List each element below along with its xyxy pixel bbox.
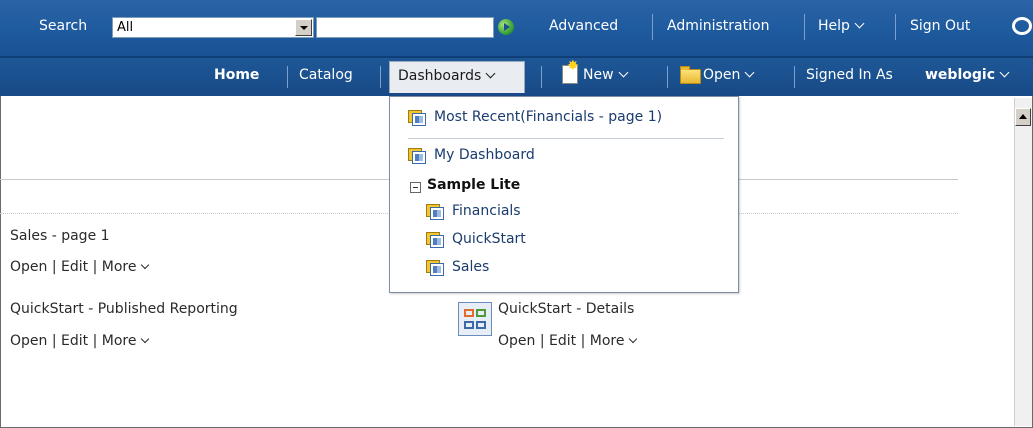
vertical-scrollbar[interactable]	[1014, 98, 1032, 426]
chevron-down-icon	[854, 18, 865, 29]
new-menu[interactable]: New	[583, 67, 628, 83]
dashboard-title[interactable]: QuickStart - Published Reporting	[10, 301, 238, 317]
chevron-down-icon[interactable]	[295, 19, 312, 36]
edit-link[interactable]: Edit	[549, 333, 576, 349]
open-menu[interactable]: Open	[703, 67, 755, 83]
sign-out-link[interactable]: Sign Out	[910, 18, 970, 34]
menu-item-my-dashboard[interactable]: My Dashboard	[408, 147, 535, 164]
chevron-down-icon	[999, 67, 1010, 78]
menu-item-label: Financials	[452, 203, 521, 219]
main-nav: Home Catalog Dashboards New Open Signed …	[0, 58, 1033, 96]
menu-item-sales[interactable]: Sales	[426, 259, 490, 276]
dashboards-menu-button[interactable]: Dashboards	[389, 61, 525, 93]
menu-group-sample-lite: Sample Lite	[427, 177, 521, 193]
new-label: New	[583, 67, 614, 83]
divider	[287, 66, 288, 88]
more-label: More	[101, 259, 137, 275]
username: weblogic	[925, 67, 995, 83]
open-link[interactable]: Open	[10, 259, 47, 275]
dashboard-folder-icon	[426, 260, 444, 276]
home-link[interactable]: Home	[214, 67, 259, 83]
more-link[interactable]: More	[101, 333, 149, 349]
chevron-down-icon	[140, 260, 149, 270]
search-input[interactable]	[316, 17, 494, 38]
divider	[380, 66, 381, 88]
dashboard-title[interactable]: QuickStart - Details	[498, 301, 634, 317]
open-link[interactable]: Open	[498, 333, 535, 349]
chevron-down-icon	[744, 67, 755, 78]
menu-item-label: My Dashboard	[434, 147, 535, 163]
menu-item-most-recent[interactable]: Most Recent(Financials - page 1)	[408, 109, 663, 126]
search-label: Search	[39, 18, 88, 34]
global-header: Search All Advanced Administration Help …	[0, 0, 1033, 58]
search-go-icon[interactable]	[498, 19, 514, 35]
help-menu[interactable]: Help	[818, 18, 865, 34]
dashboard-folder-icon	[426, 232, 444, 248]
open-link[interactable]: Open	[10, 333, 47, 349]
menu-item-financials[interactable]: Financials	[426, 203, 521, 220]
dashboard-folder-icon	[408, 148, 426, 164]
signed-in-as-label: Signed In As	[806, 67, 893, 83]
chevron-down-icon	[140, 334, 149, 344]
open-label: Open	[703, 67, 741, 83]
edit-link[interactable]: Edit	[61, 333, 88, 349]
menu-item-label: Sales	[452, 259, 490, 275]
more-label: More	[101, 333, 137, 349]
scroll-up-arrow-icon[interactable]	[1015, 108, 1031, 126]
dashboards-dropdown-menu: Most Recent(Financials - page 1) My Dash…	[389, 96, 739, 293]
dashboard-actions: Open | Edit | More	[10, 333, 149, 349]
catalog-link[interactable]: Catalog	[299, 67, 353, 83]
more-link[interactable]: More	[101, 259, 149, 275]
administration-link[interactable]: Administration	[667, 18, 769, 34]
collapse-icon[interactable]	[410, 182, 421, 193]
search-scope-value: All	[117, 20, 134, 35]
more-label: More	[589, 333, 625, 349]
advanced-link[interactable]: Advanced	[549, 18, 618, 34]
menu-item-label: Most Recent(Financials - page 1)	[434, 109, 663, 125]
search-scope-select[interactable]: All	[112, 17, 314, 38]
divider	[804, 14, 805, 40]
chevron-down-icon	[485, 68, 496, 79]
dashboard-icon[interactable]	[458, 302, 492, 336]
dashboard-actions: Open | Edit | More	[10, 259, 149, 275]
divider	[667, 66, 668, 88]
folder-open-icon	[680, 66, 701, 84]
chevron-down-icon	[618, 67, 628, 78]
menu-divider	[408, 138, 724, 139]
help-label: Help	[818, 18, 850, 34]
divider	[895, 14, 896, 40]
dashboard-actions: Open | Edit | More	[498, 333, 637, 349]
dashboard-folder-icon	[408, 110, 426, 126]
dashboard-folder-icon	[426, 204, 444, 220]
user-menu[interactable]: weblogic	[925, 67, 1010, 83]
dashboards-label: Dashboards	[398, 68, 482, 84]
divider	[652, 14, 653, 40]
dashboard-title[interactable]: Sales - page 1	[10, 228, 110, 244]
edit-link[interactable]: Edit	[61, 259, 88, 275]
new-document-icon	[562, 58, 579, 84]
chevron-down-icon	[628, 334, 637, 344]
divider	[541, 66, 542, 88]
menu-item-label: QuickStart	[452, 231, 526, 247]
divider	[794, 66, 795, 88]
oracle-logo-icon	[1012, 17, 1032, 35]
more-link[interactable]: More	[589, 333, 637, 349]
menu-item-quickstart[interactable]: QuickStart	[426, 231, 526, 248]
